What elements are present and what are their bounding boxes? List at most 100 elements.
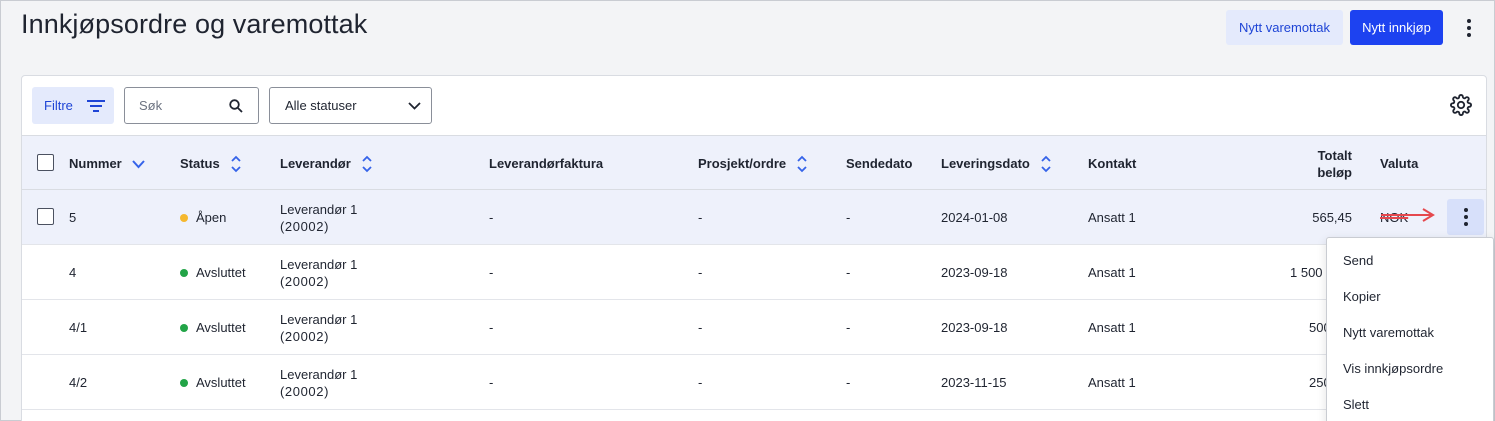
column-label-supplier: Leverandør: [280, 156, 351, 171]
column-header-project[interactable]: Prosjekt/ordre: [698, 136, 808, 191]
filter-button[interactable]: Filtre: [32, 87, 114, 124]
supplier-name: Leverandør 1: [280, 201, 358, 217]
sort-icon: [231, 155, 241, 172]
sort-icon: [797, 155, 807, 172]
cell-project: -: [698, 375, 703, 390]
page-more-options-icon[interactable]: [1458, 16, 1480, 40]
new-goods-receipt-button[interactable]: Nytt varemottak: [1226, 10, 1343, 45]
cell-supplier-invoice: -: [489, 375, 494, 390]
column-label-send-date: Sendedato: [846, 156, 913, 171]
cell-status: Åpen: [180, 190, 226, 245]
cell-number: 4/1: [69, 320, 88, 335]
cell-supplier-invoice: -: [489, 210, 494, 225]
column-label-contact: Kontakt: [1088, 156, 1137, 171]
column-label-status: Status: [180, 156, 220, 171]
menu-item-send[interactable]: Send: [1343, 250, 1373, 270]
cell-send-date: -: [846, 210, 851, 225]
cell-project: -: [698, 265, 703, 280]
table-toolbar: Filtre Alle statuser: [22, 76, 1486, 135]
purchase-orders-card: Filtre Alle statuser: [21, 75, 1487, 421]
column-label-supplier-invoice: Leverandørfaktura: [489, 156, 604, 171]
table-row[interactable]: 4 Avsluttet Leverandør 1 (20002) - - - 2…: [22, 245, 1486, 300]
cell-delivery-date: 2023-11-15: [941, 375, 1007, 390]
column-label-total-line1: Totalt: [1317, 147, 1352, 163]
status-closed-dot: [180, 323, 188, 332]
annotation-arrow-icon: [1381, 208, 1435, 222]
cell-number: 4: [69, 265, 77, 280]
cell-status: Avsluttet: [180, 300, 246, 355]
status-text: Åpen: [196, 210, 227, 225]
cell-number: 4/2: [69, 375, 88, 390]
cell-status: Avsluttet: [180, 355, 246, 410]
cell-contact: Ansatt 1: [1088, 265, 1136, 280]
supplier-code: (20002): [280, 328, 330, 344]
status-closed-dot: [180, 378, 188, 387]
menu-item-delete[interactable]: Slett: [1343, 394, 1369, 414]
column-label-delivery-date: Leveringsdato: [941, 156, 1030, 171]
column-header-currency: Valuta: [1380, 136, 1418, 191]
row-more-options-button[interactable]: [1447, 199, 1484, 235]
column-header-send-date: Sendedato: [846, 136, 912, 191]
supplier-code: (20002): [280, 273, 330, 289]
column-label-number: Nummer: [69, 156, 122, 171]
cell-supplier: Leverandør 1 (20002): [280, 245, 357, 300]
supplier-name: Leverandør 1: [280, 311, 358, 327]
supplier-code: (20002): [280, 383, 330, 399]
column-header-number[interactable]: Nummer: [69, 136, 145, 191]
sort-icon: [1041, 155, 1051, 172]
cell-project: -: [698, 320, 703, 335]
cell-send-date: -: [846, 320, 851, 335]
cell-supplier: Leverandør 1 (20002): [280, 190, 357, 245]
page-title: Innkjøpsordre og varemottak: [21, 9, 368, 39]
column-label-project: Prosjekt/ordre: [698, 156, 787, 171]
column-header-supplier-invoice: Leverandørfaktura: [489, 136, 603, 191]
filter-icon: [86, 99, 105, 112]
table-row[interactable]: 5 Åpen Leverandør 1 (20002) - - - 2024-0…: [22, 190, 1486, 245]
table-header: Nummer Status Leverandør Leverandørfaktu…: [22, 135, 1486, 190]
cell-supplier-invoice: -: [489, 320, 494, 335]
status-text: Avsluttet: [196, 265, 246, 280]
search-field[interactable]: [124, 87, 259, 124]
status-text: Avsluttet: [196, 375, 246, 390]
column-header-supplier[interactable]: Leverandør: [280, 136, 373, 191]
cell-delivery-date: 2024-01-08: [941, 210, 1008, 225]
sort-desc-icon: [132, 159, 145, 168]
table-row[interactable]: 4/1 Avsluttet Leverandør 1 (20002) - - -…: [22, 300, 1486, 355]
search-input[interactable]: [139, 98, 229, 113]
cell-number: 5: [69, 210, 77, 225]
select-all-checkbox[interactable]: [37, 154, 54, 171]
cell-status: Avsluttet: [180, 245, 246, 300]
column-header-delivery-date[interactable]: Leveringsdato: [941, 136, 1052, 191]
status-select[interactable]: Alle statuser: [269, 87, 432, 124]
row-checkbox[interactable]: [37, 208, 54, 225]
filter-label: Filtre: [44, 98, 73, 113]
chevron-down-icon: [408, 101, 421, 110]
menu-item-view-purchase-order[interactable]: Vis innkjøpsordre: [1343, 358, 1443, 378]
column-header-total: Totalt beløp: [1282, 136, 1352, 191]
supplier-code: (20002): [280, 218, 330, 234]
search-icon: [229, 98, 243, 113]
cell-project: -: [698, 210, 703, 225]
supplier-name: Leverandør 1: [280, 366, 358, 382]
menu-item-copy[interactable]: Kopier: [1343, 286, 1381, 306]
column-header-status[interactable]: Status: [180, 136, 242, 191]
cell-contact: Ansatt 1: [1088, 210, 1136, 225]
cell-supplier-invoice: -: [489, 265, 494, 280]
cell-contact: Ansatt 1: [1088, 320, 1136, 335]
cell-delivery-date: 2023-09-18: [941, 265, 1008, 280]
row-context-menu: Send Kopier Nytt varemottak Vis innkjøps…: [1326, 237, 1494, 421]
column-label-total-line2: beløp: [1317, 164, 1352, 180]
status-closed-dot: [180, 268, 188, 277]
cell-delivery-date: 2023-09-18: [941, 320, 1008, 335]
cell-send-date: -: [846, 375, 851, 390]
cell-supplier: Leverandør 1 (20002): [280, 300, 357, 355]
menu-item-new-goods-receipt[interactable]: Nytt varemottak: [1343, 322, 1434, 342]
settings-gear-icon[interactable]: [1450, 94, 1472, 116]
cell-total: 1 500: [1290, 265, 1323, 280]
cell-send-date: -: [846, 265, 851, 280]
cell-supplier: Leverandør 1 (20002): [280, 355, 357, 410]
new-purchase-button[interactable]: Nytt innkjøp: [1350, 10, 1443, 45]
status-text: Avsluttet: [196, 320, 246, 335]
table-row[interactable]: 4/2 Avsluttet Leverandør 1 (20002) - - -…: [22, 355, 1486, 410]
supplier-name: Leverandør 1: [280, 256, 358, 272]
